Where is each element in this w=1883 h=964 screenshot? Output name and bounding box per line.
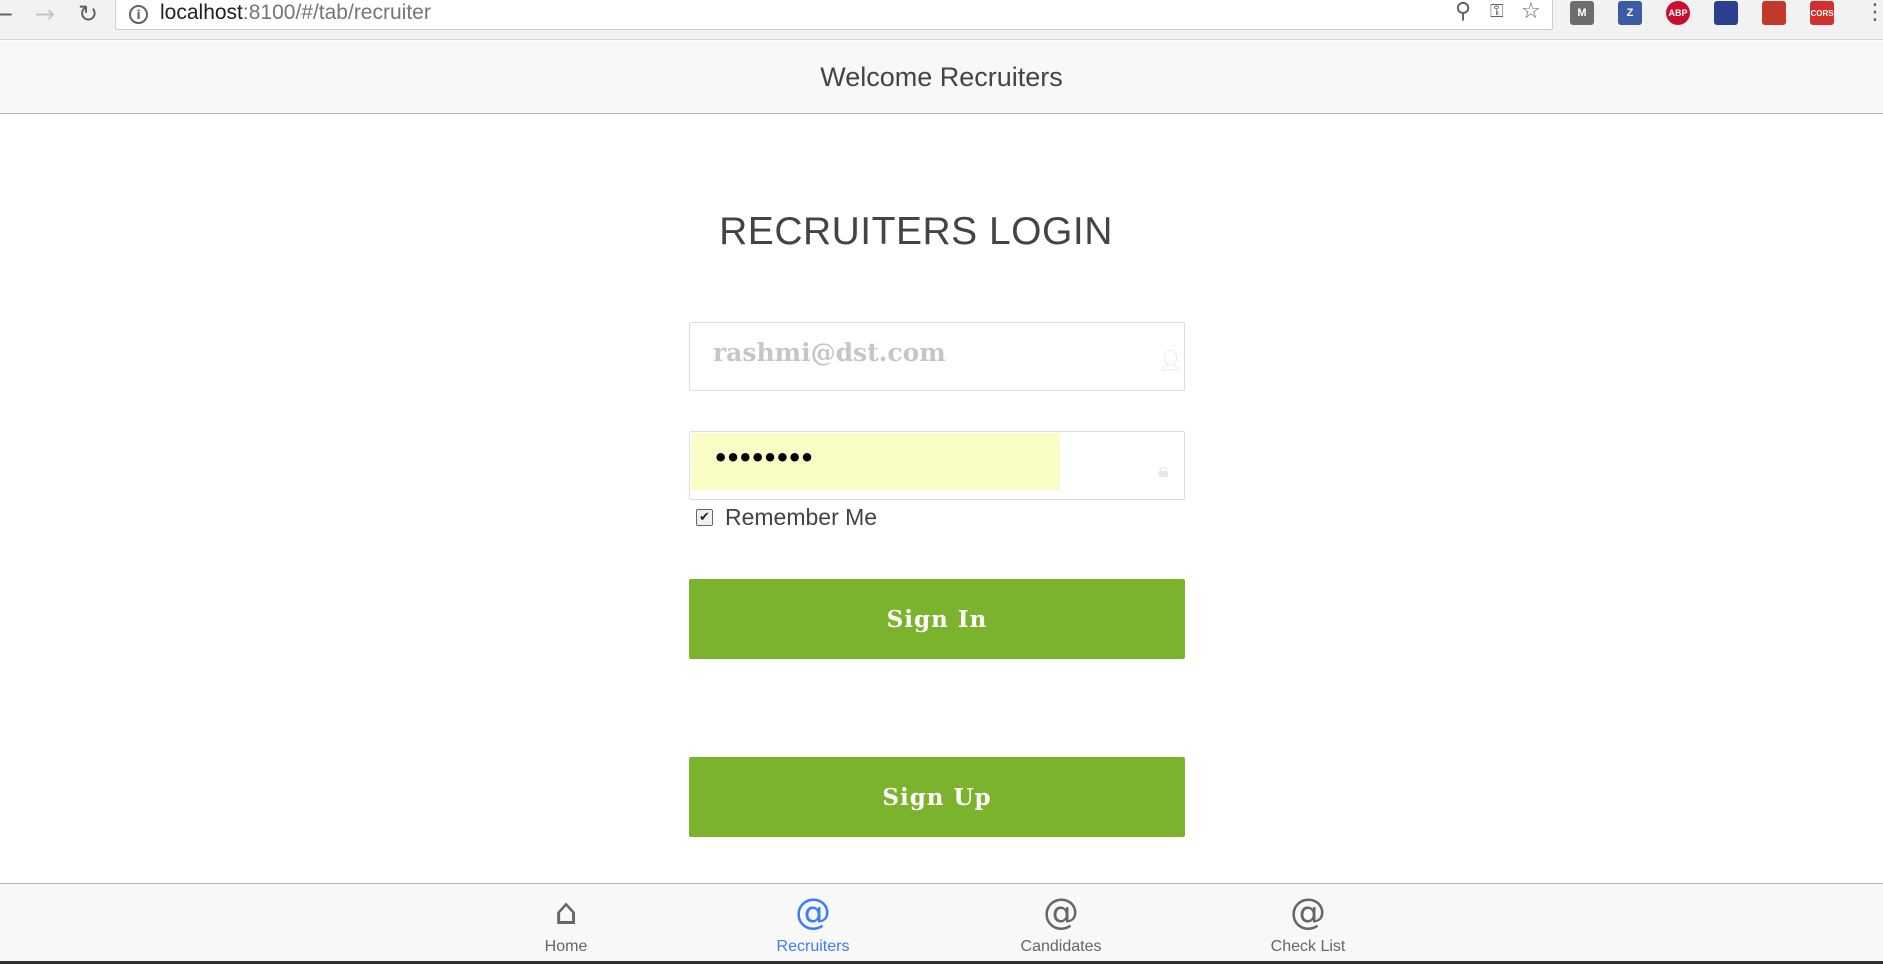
bookmark-star-icon[interactable]: ☆: [1521, 0, 1541, 24]
remember-me-checkbox[interactable]: ✔: [696, 508, 713, 526]
email-value: rashmi@dst.com: [713, 338, 946, 367]
home-icon: ⌂: [554, 892, 578, 933]
flag-extension-icon[interactable]: [1714, 1, 1738, 25]
tab-label: Home: [544, 938, 588, 955]
header-title: Welcome Recruiters: [820, 61, 1063, 92]
zoom-icon[interactable]: ⚲: [1455, 0, 1471, 24]
tab-recruiters[interactable]: @ Recruiters: [738, 884, 888, 962]
tab-label: Recruiters: [776, 938, 850, 955]
sign-in-button[interactable]: Sign In: [689, 579, 1185, 659]
m-extension-icon[interactable]: M: [1570, 1, 1594, 25]
tab-bar: ⌂ Home @ Recruiters @ Candidates @ Check…: [0, 883, 1883, 964]
address-bar[interactable]: i localhost:8100/#/tab/recruiter ⚲ ⚿ ☆: [115, 0, 1553, 30]
tab-label: Check List: [1270, 938, 1346, 955]
login-title: RECRUITERS LOGIN: [719, 210, 1113, 253]
tab-check-list[interactable]: @ Check List: [1233, 884, 1383, 962]
info-icon[interactable]: i: [129, 5, 148, 24]
tab-home[interactable]: ⌂ Home: [491, 884, 641, 962]
url-path: :8100/#/tab/recruiter: [242, 1, 431, 24]
at-icon: @: [1043, 892, 1079, 933]
cors-extension-icon[interactable]: CORS: [1810, 1, 1834, 25]
sign-up-button[interactable]: Sign Up: [689, 757, 1185, 837]
browser-toolbar: ← → ↻ i localhost:8100/#/tab/recruiter ⚲…: [0, 0, 1883, 40]
tab-label: Candidates: [1020, 938, 1102, 955]
at-icon: @: [795, 892, 831, 933]
remember-me-label: Remember Me: [725, 503, 878, 530]
book-extension-icon[interactable]: [1762, 1, 1786, 25]
z-extension-icon[interactable]: Z: [1618, 1, 1642, 25]
email-field[interactable]: rashmi@dst.com 👤︎: [689, 322, 1185, 391]
adblock-extension-icon[interactable]: ABP: [1666, 1, 1690, 25]
user-icon: 👤︎: [1158, 348, 1184, 372]
app-header: Welcome Recruiters: [0, 41, 1883, 114]
url-host: localhost: [160, 1, 243, 24]
key-icon[interactable]: ⚿: [1490, 1, 1504, 22]
password-value: ••••••••: [713, 444, 815, 472]
browser-menu-icon[interactable]: ⋮: [1864, 0, 1883, 25]
password-field[interactable]: •••••••• 🔒︎: [689, 431, 1185, 500]
tab-candidates[interactable]: @ Candidates: [986, 884, 1136, 962]
remember-me[interactable]: ✔ Remember Me: [696, 504, 877, 530]
forward-arrow-icon[interactable]: →: [30, 0, 60, 28]
url-text[interactable]: localhost:8100/#/tab/recruiter: [160, 1, 431, 25]
reload-icon[interactable]: ↻: [73, 0, 103, 28]
at-icon: @: [1290, 892, 1326, 933]
lock-icon: 🔒︎: [1158, 458, 1169, 482]
back-arrow-icon[interactable]: ←: [0, 0, 18, 28]
